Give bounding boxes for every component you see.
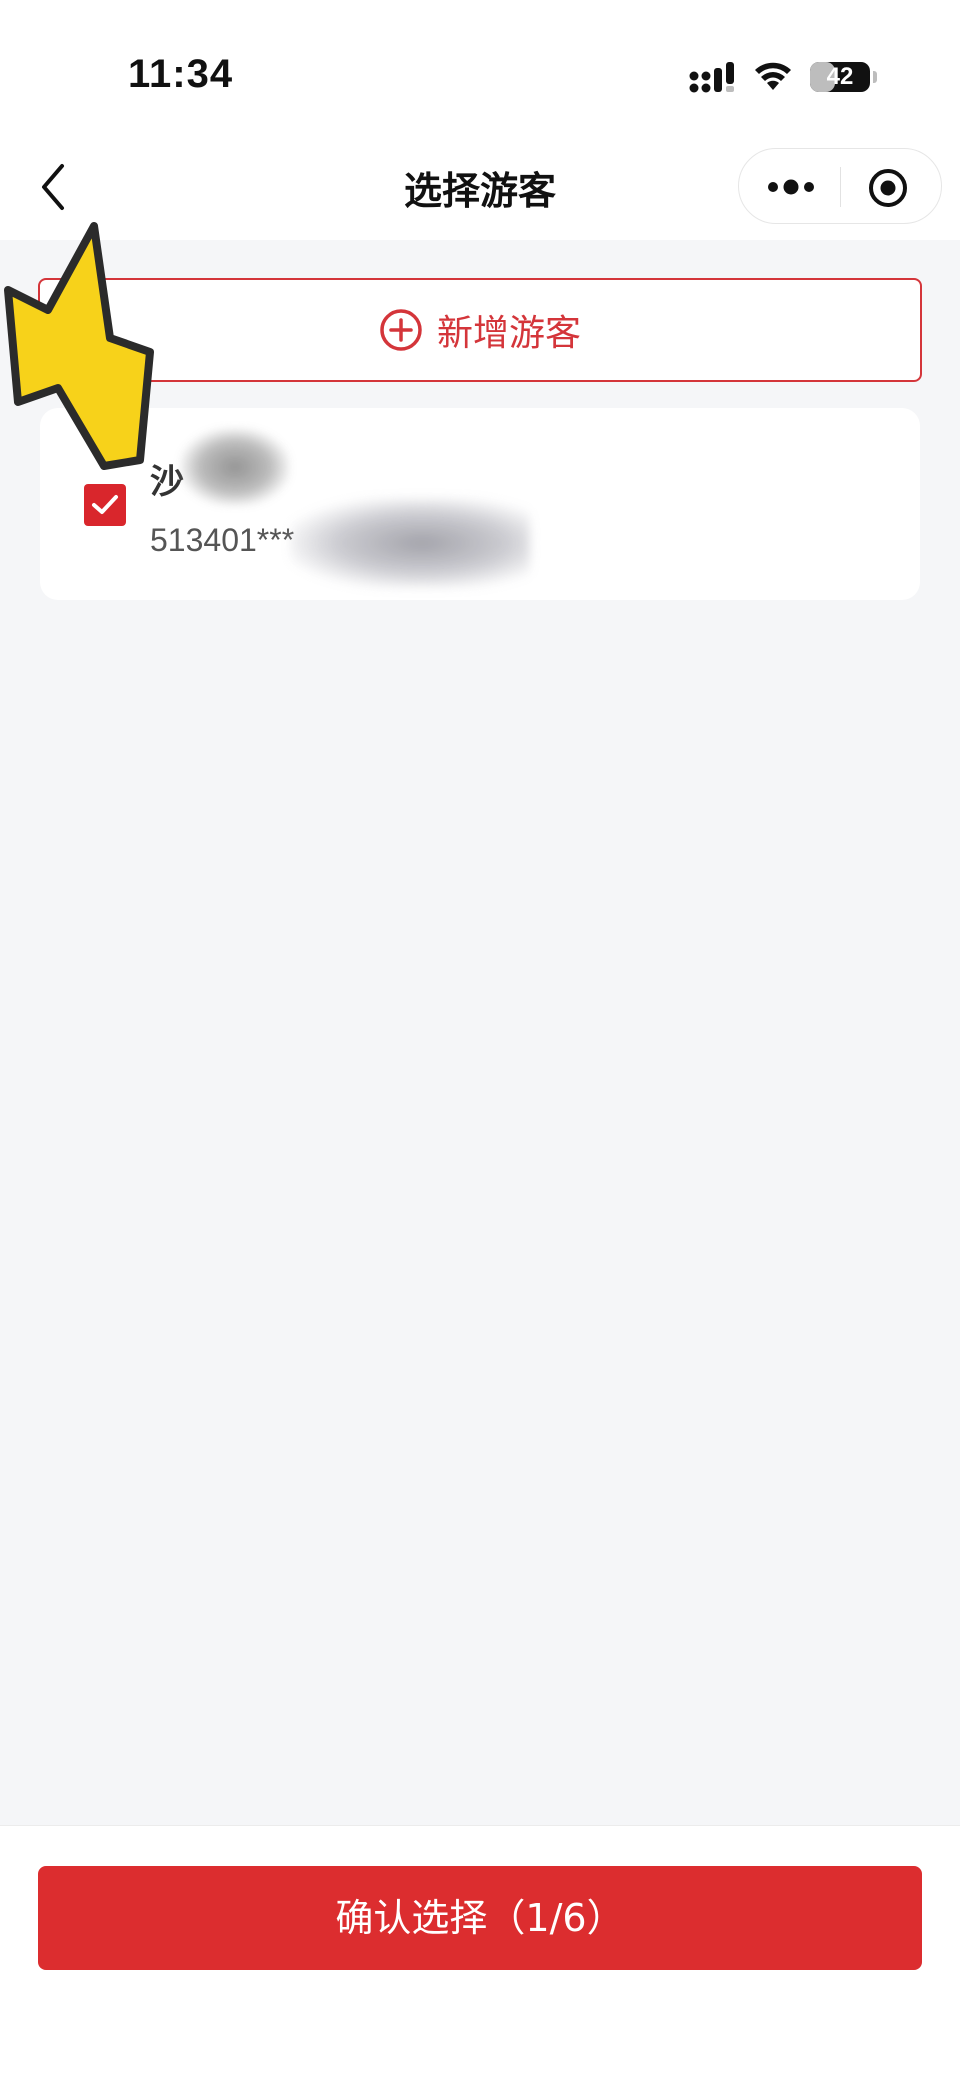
add-visitor-label: 新增游客 xyxy=(436,313,581,354)
visitor-card[interactable]: 沙 513401*** xyxy=(40,408,920,600)
wifi-icon xyxy=(755,62,791,90)
header-area: 11:34 42 选择游客 xyxy=(0,0,960,240)
annotation-arrow-icon xyxy=(4,222,154,470)
battery-icon: 42 xyxy=(810,62,870,92)
cellular-signal-icon xyxy=(689,62,734,93)
more-dots-icon[interactable] xyxy=(765,173,817,201)
capsule-divider xyxy=(840,167,841,207)
bottom-bar: 确认选择（1/6） xyxy=(0,1825,960,2087)
battery-nub xyxy=(873,71,877,83)
battery-level: 42 xyxy=(826,63,854,90)
plus-circle-icon xyxy=(380,309,422,351)
visitor-checkbox[interactable] xyxy=(84,484,126,526)
confirm-selection-button[interactable]: 确认选择（1/6） xyxy=(38,1866,922,1970)
checkmark-icon xyxy=(92,495,118,514)
redaction-smudge xyxy=(180,428,290,506)
target-circle-icon[interactable] xyxy=(867,167,909,209)
add-visitor-button[interactable]: 新增游客 xyxy=(38,278,922,382)
redaction-smudge xyxy=(290,498,530,588)
visitor-id-number: 513401*** xyxy=(150,522,295,558)
page: 11:34 42 选择游客 新增游客 沙 513401*** 确认选择（1/6） xyxy=(0,0,960,2087)
mini-program-capsule xyxy=(738,148,942,224)
status-time: 11:34 xyxy=(128,52,234,96)
